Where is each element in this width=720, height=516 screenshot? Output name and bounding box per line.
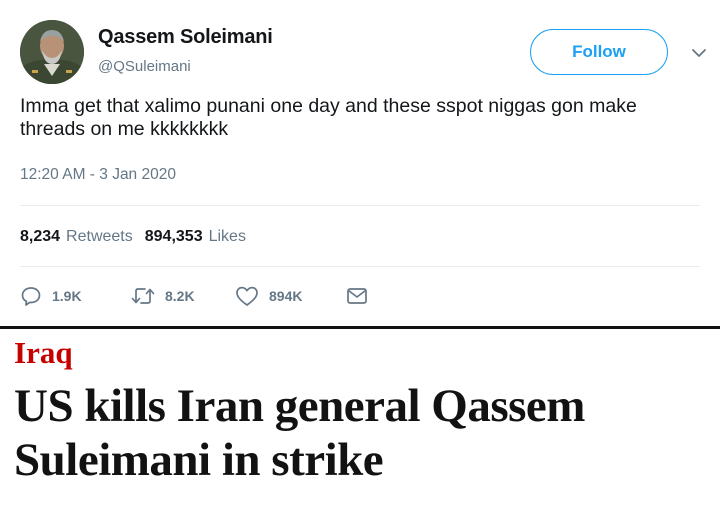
divider <box>20 266 700 267</box>
tweet-actions: 1.9K 8.2K 894K <box>20 284 369 308</box>
tweet-timestamp[interactable]: 12:20 AM - 3 Jan 2020 <box>20 166 176 184</box>
chevron-down-icon[interactable] <box>690 44 708 62</box>
message-icon <box>347 288 367 304</box>
tweet-card: Qassem Soleimani @QSuleimani Follow Imma… <box>0 0 720 326</box>
likes-count[interactable]: 894,353 <box>145 228 203 246</box>
divider <box>20 205 700 206</box>
message-action[interactable] <box>345 285 369 307</box>
follow-button[interactable]: Follow <box>530 29 668 75</box>
retweets-count[interactable]: 8,234 <box>20 228 60 246</box>
engagement-stats: 8,234 Retweets 894,353 Likes <box>20 228 252 246</box>
like-count: 894K <box>269 288 303 304</box>
retweet-action[interactable]: 8.2K <box>131 285 235 307</box>
likes-label[interactable]: Likes <box>209 228 246 246</box>
like-action[interactable]: 894K <box>235 285 345 307</box>
tweet-text: Imma get that xalimo punani one day and … <box>20 95 637 140</box>
reply-action[interactable]: 1.9K <box>20 285 131 307</box>
reply-icon <box>21 287 41 306</box>
author-name[interactable]: Qassem Soleimani <box>98 26 273 49</box>
retweet-icon <box>131 288 155 304</box>
retweet-count: 8.2K <box>165 288 195 304</box>
reply-count: 1.9K <box>52 288 82 304</box>
retweets-label[interactable]: Retweets <box>66 228 133 246</box>
like-icon <box>236 286 258 306</box>
news-article: Iraq US kills Iran general Qassem Suleim… <box>0 329 720 516</box>
news-section-label[interactable]: Iraq <box>14 335 73 371</box>
avatar[interactable] <box>20 20 84 84</box>
author-handle[interactable]: @QSuleimani <box>98 58 191 75</box>
news-headline[interactable]: US kills Iran general Qassem Suleimani i… <box>14 379 714 487</box>
